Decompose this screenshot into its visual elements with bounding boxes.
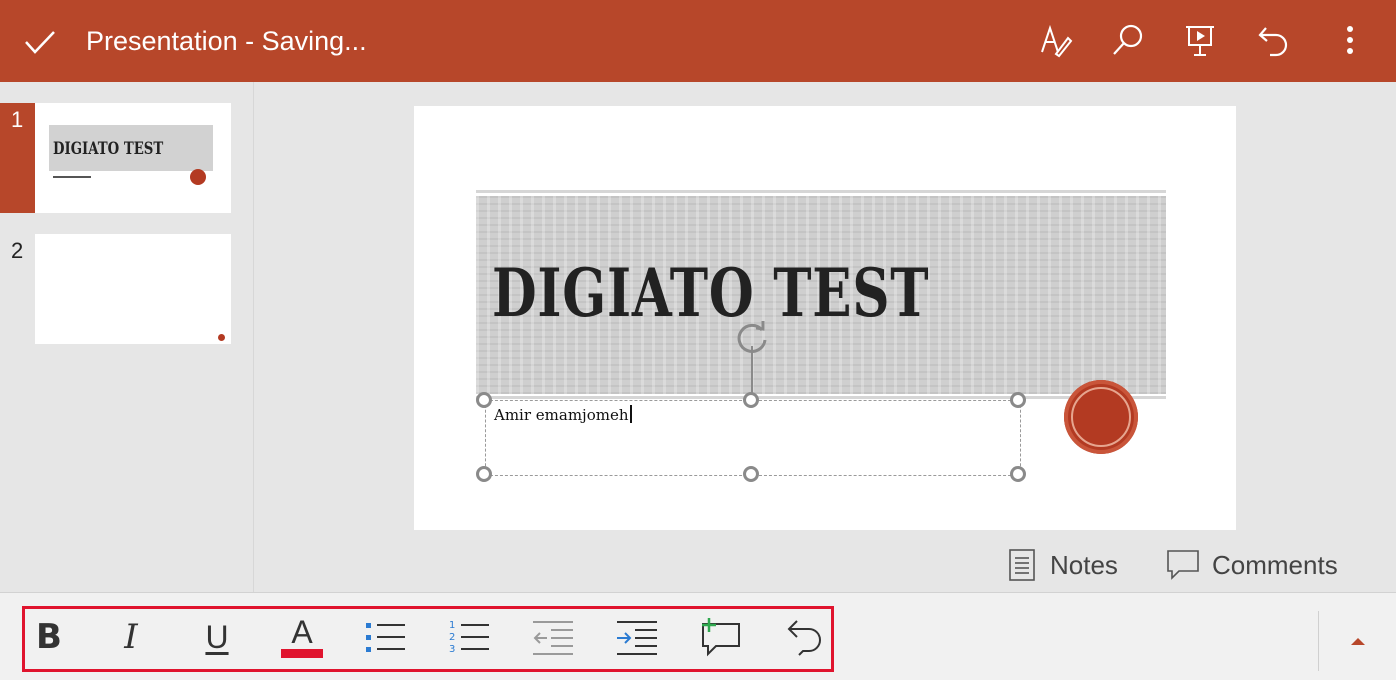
undo-icon (787, 620, 821, 656)
underline-icon: U (205, 618, 229, 655)
increase-indent-button[interactable] (614, 614, 660, 660)
bold-button[interactable]: B (26, 614, 72, 660)
comments-icon (1166, 549, 1200, 581)
font-color-button[interactable]: A (279, 614, 325, 660)
thumb-subtitle-line (53, 176, 91, 178)
slide-thumbnails-pane: 1 DIGIATO TEST 2 (0, 82, 254, 675)
slide-number: 2 (11, 238, 24, 263)
comments-button[interactable]: Comments (1166, 545, 1338, 585)
decrease-indent-button[interactable] (530, 614, 576, 660)
bold-icon: B (36, 617, 62, 657)
undo-icon[interactable] (1254, 20, 1294, 60)
italic-button[interactable]: I (108, 614, 154, 660)
resize-handle-top[interactable] (743, 392, 759, 408)
notes-button[interactable]: Notes (1008, 545, 1118, 585)
decrease-indent-icon (533, 621, 573, 655)
subtitle-textbox[interactable]: Amir emamjomeh (485, 400, 1021, 476)
svg-text:2: 2 (449, 632, 455, 643)
text-caret (629, 405, 632, 423)
numbering-button[interactable]: 123 (446, 614, 492, 660)
collapse-up-icon (1351, 638, 1365, 645)
toolbar-undo-button[interactable] (782, 614, 828, 660)
title-bar: Presentation - Saving... (0, 0, 1396, 82)
font-color-icon: A (291, 613, 313, 650)
subtitle-text[interactable]: Amir emamjomeh (494, 405, 632, 424)
new-comment-button[interactable] (697, 614, 743, 660)
resize-handle-top-right[interactable] (1010, 392, 1026, 408)
increase-indent-icon (617, 621, 657, 655)
resize-handle-bottom-left[interactable] (476, 466, 492, 482)
slide-title[interactable]: DIGIATO TEST (492, 254, 929, 332)
bullets-button[interactable] (362, 614, 408, 660)
slide-canvas[interactable]: DIGIATO TEST Amir emamjomeh (414, 106, 1236, 530)
rotate-handle-icon[interactable] (732, 318, 772, 358)
svg-text:1: 1 (449, 620, 455, 631)
slide-thumbnail-image (35, 234, 231, 344)
new-comment-icon (702, 618, 740, 657)
collapse-toolbar-button[interactable] (1318, 611, 1396, 671)
thumb-stamp (218, 334, 225, 341)
thumb-stamp (190, 169, 206, 185)
format-toolbar: B I U A 123 (0, 592, 1396, 680)
stamp-graphic (1064, 380, 1138, 454)
document-title: Presentation - Saving... (86, 26, 367, 56)
present-icon[interactable] (1180, 20, 1220, 60)
underline-button[interactable]: U (194, 614, 240, 660)
notes-icon (1008, 548, 1036, 582)
draw-pen-icon[interactable] (1036, 20, 1076, 60)
svg-text:3: 3 (449, 644, 455, 655)
more-vertical-icon[interactable] (1330, 20, 1370, 60)
notes-label: Notes (1050, 549, 1118, 580)
slide-number: 1 (11, 107, 24, 132)
resize-handle-top-left[interactable] (476, 392, 492, 408)
resize-handle-bottom[interactable] (743, 466, 759, 482)
checkmark-icon[interactable] (22, 24, 58, 60)
search-icon[interactable] (1108, 20, 1148, 60)
numbering-icon: 123 (449, 620, 489, 655)
comments-label: Comments (1212, 549, 1338, 580)
thumb-title: DIGIATO TEST (53, 139, 164, 159)
bullets-icon (366, 623, 405, 652)
resize-handle-bottom-right[interactable] (1010, 466, 1026, 482)
slide-thumbnail-image: DIGIATO TEST (35, 103, 231, 213)
italic-icon: I (124, 617, 138, 657)
font-color-swatch (281, 648, 323, 658)
